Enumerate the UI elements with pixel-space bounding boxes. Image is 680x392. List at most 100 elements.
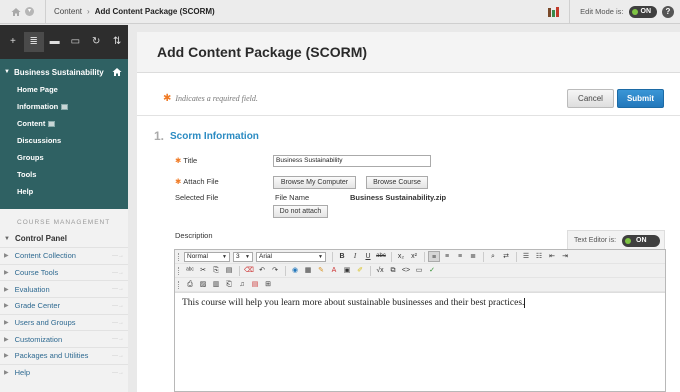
font-family-select[interactable]: Arial — [256, 251, 326, 262]
redo-icon[interactable]: ↷ — [269, 265, 281, 276]
edit-mode-toggle[interactable]: ON — [628, 5, 657, 18]
title-label-text: Title — [183, 156, 198, 165]
chevron-down-icon[interactable]: ▾ — [25, 7, 34, 16]
copy-icon[interactable]: ⎘ — [210, 265, 222, 276]
course-home-icon[interactable] — [112, 67, 122, 77]
sort-icon[interactable]: ⇅ — [107, 32, 127, 52]
title-input[interactable]: Business Sustainability — [273, 155, 431, 167]
subscript-icon[interactable]: x₂ — [395, 251, 407, 262]
expand-triangle-icon[interactable]: ▶ — [4, 252, 9, 259]
expand-triangle-icon[interactable]: ▶ — [4, 319, 9, 326]
find-icon[interactable]: ⌕ — [487, 251, 499, 262]
sidebar-item-information[interactable]: Information — [0, 98, 128, 115]
bulleted-list-icon[interactable]: ☷ — [533, 251, 545, 262]
cancel-button[interactable]: Cancel — [567, 89, 614, 108]
required-star-icon: ✱ — [175, 177, 182, 186]
insert-media-icon[interactable]: ▥ — [210, 279, 222, 290]
outdent-icon[interactable]: ⇤ — [546, 251, 558, 262]
text-editor-toggle[interactable]: ON — [622, 234, 661, 247]
toolbar-divider — [332, 251, 333, 262]
expand-triangle-icon[interactable]: ▶ — [4, 269, 9, 276]
unlink-icon[interactable]: ▦ — [302, 265, 314, 276]
browse-course-button[interactable]: Browse Course — [366, 176, 428, 189]
expand-triangle-icon[interactable]: ▶ — [4, 369, 9, 376]
undo-icon[interactable]: ↶ — [256, 265, 268, 276]
html-code-icon[interactable]: <> — [400, 265, 412, 276]
attach-file-icon[interactable]: ⎙ — [184, 279, 196, 290]
control-panel-item-packages-and-utilities[interactable]: ▶ Packages and Utilities —→ — [0, 347, 128, 364]
indent-icon[interactable]: ⇥ — [559, 251, 571, 262]
font-size-select[interactable]: 3 — [233, 251, 253, 262]
list-view-icon[interactable]: ≣ — [23, 32, 44, 52]
text-color-icon[interactable]: A — [328, 265, 340, 276]
anchor-icon[interactable]: ✎ — [315, 265, 327, 276]
toggle-on-indicator — [631, 8, 638, 15]
replace-icon[interactable]: ⇄ — [500, 251, 512, 262]
expand-triangle-icon[interactable]: ▶ — [4, 302, 9, 309]
control-panel-item-users-and-groups[interactable]: ▶ Users and Groups —→ — [0, 313, 128, 331]
course-title[interactable]: ▼ Business Sustainability — [0, 64, 128, 81]
math-icon[interactable]: √x — [374, 265, 386, 276]
underline-icon[interactable]: U — [362, 251, 374, 262]
spellcheck-icon[interactable]: ᵃᵇᶜ — [184, 265, 196, 276]
embed-icon[interactable]: ⧉ — [387, 265, 399, 276]
expand-triangle-icon[interactable]: ▶ — [4, 352, 9, 359]
insert-pdf-icon[interactable]: ▤ — [249, 279, 261, 290]
insert-mashup-icon[interactable]: ⊞ — [262, 279, 274, 290]
home-icon[interactable] — [11, 7, 21, 17]
link-icon[interactable]: ◉ — [289, 265, 301, 276]
control-panel-item-course-tools[interactable]: ▶ Course Tools —→ — [0, 263, 128, 281]
editor-content-area[interactable]: This course will help you learn more abo… — [175, 293, 665, 313]
highlight-icon[interactable]: ✐ — [354, 265, 366, 276]
expand-triangle-icon[interactable]: ▶ — [4, 336, 9, 343]
sidebar-item-content[interactable]: Content — [0, 115, 128, 132]
insert-image-icon[interactable]: ▨ — [197, 279, 209, 290]
superscript-icon[interactable]: x² — [408, 251, 420, 262]
justify-icon[interactable]: ≣ — [467, 251, 479, 262]
control-panel-item-customization[interactable]: ▶ Customization —→ — [0, 330, 128, 347]
help-icon[interactable]: ? — [662, 5, 674, 18]
submit-button[interactable]: Submit — [617, 89, 664, 108]
collapse-triangle-icon[interactable]: ▼ — [4, 69, 10, 75]
browse-my-computer-button[interactable]: Browse My Computer — [273, 176, 356, 189]
sidebar-item-discussions[interactable]: Discussions — [0, 132, 128, 149]
sidebar-item-home-page[interactable]: Home Page — [0, 81, 128, 98]
align-center-icon[interactable]: ≡ — [441, 251, 453, 262]
paste-icon[interactable]: ▤ — [223, 265, 235, 276]
align-left-icon[interactable]: ≡ — [428, 251, 440, 262]
collapse-triangle-icon[interactable]: ▼ — [4, 236, 10, 242]
drag-handle-icon: —→ — [112, 252, 124, 259]
control-panel-item-help[interactable]: ▶ Help —→ — [0, 363, 128, 381]
italic-icon[interactable]: I — [349, 251, 361, 262]
breadcrumb-content-link[interactable]: Content — [54, 7, 82, 16]
eraser-icon[interactable]: ⌫ — [243, 265, 255, 276]
control-panel-item-label: Grade Center — [14, 301, 61, 311]
add-icon[interactable]: + — [3, 32, 23, 52]
toolbar-divider — [424, 251, 425, 262]
check-icon[interactable]: ✓ — [426, 265, 438, 276]
color-palette-icon[interactable] — [548, 6, 560, 17]
folder-icon[interactable]: ▬ — [45, 32, 65, 52]
cut-icon[interactable]: ✂ — [197, 265, 209, 276]
strikethrough-icon[interactable]: abc — [375, 251, 387, 262]
background-color-icon[interactable]: ▣ — [341, 265, 353, 276]
sidebar-item-help[interactable]: Help — [0, 183, 128, 200]
sidebar-item-groups[interactable]: Groups — [0, 149, 128, 166]
insert-audio-icon[interactable]: ♫ — [236, 279, 248, 290]
insert-flash-icon[interactable]: ⎗ — [223, 279, 235, 290]
sidebar-item-tools[interactable]: Tools — [0, 166, 128, 183]
format-select[interactable]: Normal — [184, 251, 230, 262]
control-panel-item-evaluation[interactable]: ▶ Evaluation —→ — [0, 280, 128, 297]
bold-icon[interactable]: B — [336, 251, 348, 262]
expand-triangle-icon[interactable]: ▶ — [4, 286, 9, 293]
do-not-attach-button[interactable]: Do not attach — [273, 205, 328, 218]
window-icon[interactable]: ▭ — [65, 32, 85, 52]
refresh-icon[interactable]: ↻ — [86, 32, 106, 52]
control-panel-item-grade-center[interactable]: ▶ Grade Center —→ — [0, 297, 128, 314]
align-right-icon[interactable]: ≡ — [454, 251, 466, 262]
control-panel-header[interactable]: ▼ Control Panel — [0, 230, 128, 247]
numbered-list-icon[interactable]: ☰ — [520, 251, 532, 262]
fullscreen-icon[interactable]: ▭ — [413, 265, 425, 276]
drag-handle-icon: —→ — [112, 286, 124, 293]
control-panel-item-content-collection[interactable]: ▶ Content Collection —→ — [0, 247, 128, 264]
